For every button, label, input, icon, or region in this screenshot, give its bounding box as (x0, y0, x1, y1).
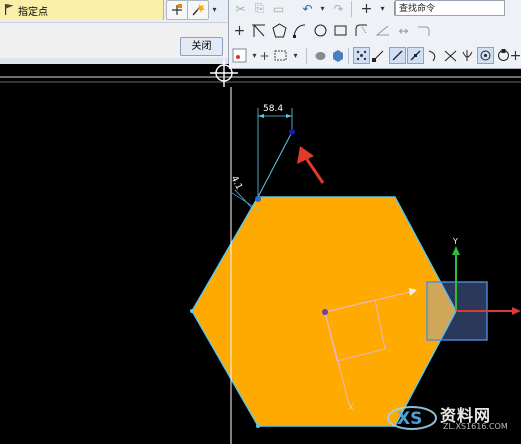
axis-y-label: Y (453, 237, 458, 246)
annotation-arrow-head (297, 146, 314, 164)
csys-origin-point (322, 309, 328, 315)
vertex-point (255, 196, 261, 202)
crosshair-cursor (210, 59, 238, 87)
annotation-arrow-shaft (304, 157, 325, 184)
dim-arrow-right (286, 114, 292, 118)
vertex-point-left (190, 309, 194, 313)
vertex-point-bottom (256, 424, 260, 428)
leader-line (257, 131, 293, 198)
dimension-horizontal-label[interactable]: 58.4 (263, 104, 283, 114)
x-axis-arrow (512, 307, 521, 315)
specified-point (289, 129, 295, 135)
axis-x-label: X (348, 403, 354, 412)
graphics-overlay: XS (0, 59, 521, 444)
dim-arrow-left (258, 114, 264, 118)
y-axis-arrow (452, 246, 460, 255)
watermark-url: ZL.XS1616.COM (443, 422, 508, 431)
svg-text:XS: XS (397, 409, 422, 429)
dim-angled-line (234, 189, 253, 209)
